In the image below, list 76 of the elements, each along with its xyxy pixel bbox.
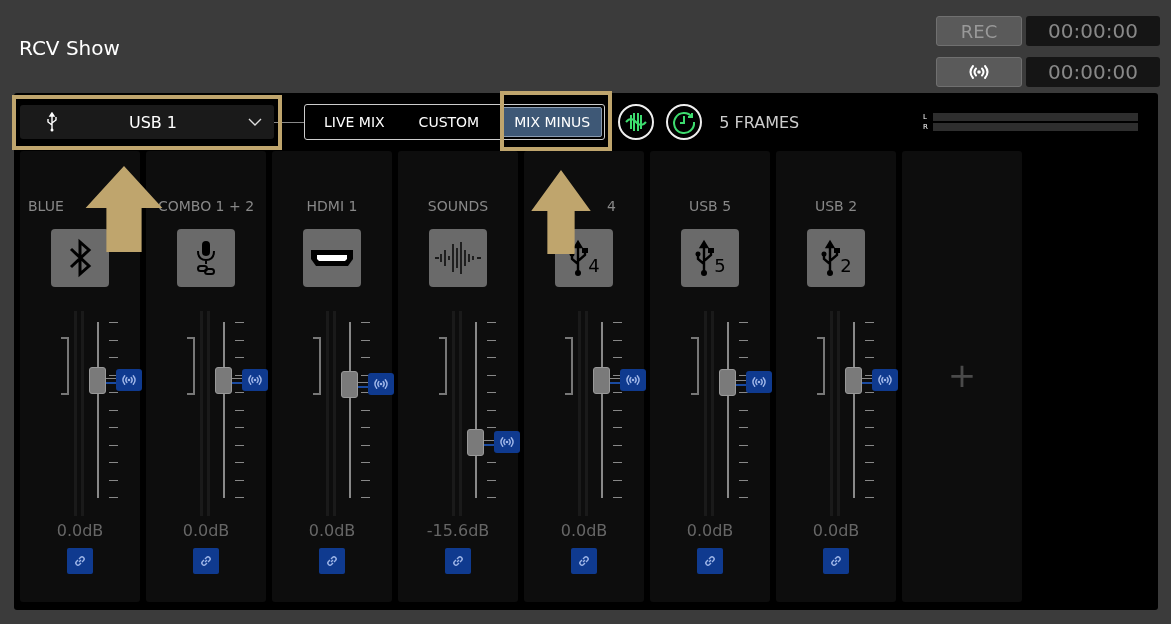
link-icon bbox=[74, 555, 86, 567]
fader-handle[interactable] bbox=[215, 367, 232, 395]
fader-handle[interactable] bbox=[719, 368, 736, 396]
bracket-mark bbox=[61, 337, 69, 395]
usb-icon: 2 bbox=[807, 229, 865, 287]
record-time: 00:00:00 bbox=[1026, 16, 1160, 46]
broadcast-icon bbox=[749, 375, 769, 388]
link-button[interactable] bbox=[571, 548, 597, 574]
broadcast-button[interactable] bbox=[936, 56, 1022, 87]
clock-refresh-icon[interactable] bbox=[665, 103, 704, 141]
up-arrow-icon bbox=[530, 170, 592, 254]
mode-tab[interactable]: CUSTOM bbox=[407, 107, 491, 137]
link-icon bbox=[326, 555, 338, 567]
link-icon bbox=[452, 555, 464, 567]
bracket-mark bbox=[565, 337, 573, 395]
link-button[interactable] bbox=[67, 548, 93, 574]
link-button[interactable] bbox=[823, 548, 849, 574]
fader-handle[interactable] bbox=[593, 367, 610, 395]
link-icon bbox=[200, 555, 212, 567]
gain-reading: 0.0dB bbox=[686, 521, 734, 540]
stream-time: 00:00:00 bbox=[1026, 56, 1160, 87]
broadcast-icon bbox=[497, 435, 517, 448]
broadcast-send-button[interactable] bbox=[368, 372, 394, 395]
bracket-mark bbox=[313, 337, 321, 395]
broadcast-icon bbox=[245, 374, 265, 387]
fader-handle[interactable] bbox=[89, 367, 106, 395]
link-button[interactable] bbox=[193, 548, 219, 574]
gain-reading: 0.0dB bbox=[308, 521, 356, 540]
bluetooth-icon bbox=[51, 229, 109, 287]
link-icon bbox=[704, 555, 716, 567]
channel-name: HDMI 1 bbox=[306, 198, 358, 216]
channel-name: USB 2 bbox=[814, 198, 858, 216]
gain-reading: 0.0dB bbox=[56, 521, 104, 540]
fader-handle[interactable] bbox=[467, 428, 484, 456]
chevron-down-icon bbox=[248, 118, 262, 126]
broadcast-icon bbox=[875, 374, 895, 387]
broadcast-send-button[interactable] bbox=[620, 369, 646, 392]
gain-reading: 0.0dB bbox=[560, 521, 608, 540]
gain-reading: 0.0dB bbox=[182, 521, 230, 540]
bracket-mark bbox=[817, 337, 825, 395]
broadcast-icon bbox=[119, 374, 139, 387]
channel-name: COMBO 1 + 2 bbox=[157, 198, 255, 216]
broadcast-icon bbox=[371, 377, 391, 390]
broadcast-send-button[interactable] bbox=[746, 370, 772, 393]
broadcast-send-button[interactable] bbox=[872, 369, 898, 392]
fader-handle[interactable] bbox=[845, 367, 862, 395]
gain-reading: 0.0dB bbox=[812, 521, 860, 540]
bracket-mark bbox=[187, 337, 195, 395]
link-icon bbox=[830, 555, 842, 567]
delay-label: 5 FRAMES bbox=[719, 112, 800, 132]
channel-name: SOUNDS bbox=[427, 198, 489, 216]
mode-tab[interactable]: LIVE MIX bbox=[313, 107, 396, 137]
channel-name: BLUE bbox=[28, 198, 64, 216]
usb-icon bbox=[46, 112, 58, 132]
source-dropdown[interactable]: USB 1 bbox=[20, 105, 274, 139]
wave-button-icon[interactable] bbox=[617, 103, 656, 141]
link-icon bbox=[578, 555, 590, 567]
channel-name: USB 5 bbox=[688, 198, 732, 216]
bracket-mark bbox=[439, 337, 447, 395]
microphone-icon bbox=[177, 229, 235, 287]
broadcast-send-button[interactable] bbox=[494, 430, 520, 453]
broadcast-icon bbox=[623, 374, 643, 387]
broadcast-send-button[interactable] bbox=[116, 369, 142, 392]
mode-tab[interactable]: MIX MINUS bbox=[502, 107, 603, 137]
waveform-icon bbox=[429, 229, 487, 287]
gain-reading: -15.6dB bbox=[426, 521, 490, 540]
link-button[interactable] bbox=[319, 548, 345, 574]
channel-name: 4 bbox=[607, 198, 616, 216]
usb-icon: 5 bbox=[681, 229, 739, 287]
hdmi-port-icon bbox=[303, 229, 361, 287]
bracket-mark bbox=[691, 337, 699, 395]
link-button[interactable] bbox=[697, 548, 723, 574]
broadcast-send-button[interactable] bbox=[242, 369, 268, 392]
link-button[interactable] bbox=[445, 548, 471, 574]
fader-handle[interactable] bbox=[341, 370, 358, 398]
show-title: RCV Show bbox=[19, 36, 120, 62]
